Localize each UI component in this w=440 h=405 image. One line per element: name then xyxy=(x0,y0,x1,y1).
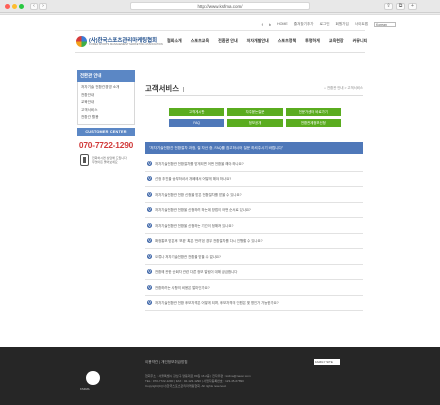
gnb-item-guide[interactable]: 전환관 안내 xyxy=(218,38,238,44)
faq-item[interactable]: Q 전환에 관한 순회자 관련 다른 정보 알림이 대해 궁금합니다 xyxy=(145,265,363,280)
question-icon: Q xyxy=(147,191,152,197)
faq-item[interactable]: Q 저자기술전환관 전환을 신청하는 기간이 정해져 있나요? xyxy=(145,218,363,234)
sidebar-item-customer-service[interactable]: 고객서비스 xyxy=(81,107,131,115)
question-icon: Q xyxy=(147,160,152,166)
new-tab-button[interactable]: + xyxy=(408,3,417,10)
footer-logo-icon xyxy=(86,371,100,385)
tab-disclosure[interactable]: 정보공개 xyxy=(227,119,283,127)
faq-list: Q 저자기술전환관 전환절차를 받게되면 어떤 전환을 해야 하나요? Q 선정 추… xyxy=(145,156,363,311)
question-icon: Q xyxy=(147,269,152,275)
faq-item[interactable]: Q 확정통보 받은후 '보완' 혹은 '반려'된 경우 전환절차를 다시 진행할 … xyxy=(145,234,363,249)
question-icon: Q xyxy=(147,300,152,306)
faq-item[interactable]: Q 선정 추진을 송부하셔서 개폐에서 어떻게 해야 하나요? xyxy=(145,172,363,187)
gnb-item-transparency[interactable]: 투명하게 xyxy=(305,38,320,44)
blog-icon[interactable]: b xyxy=(269,22,271,27)
question-icon: Q xyxy=(147,176,152,182)
question-icon: Q xyxy=(147,222,152,228)
logo-subtitle: KOREA SPORTS MANAGEMENT MARKETING ASSOCI… xyxy=(89,43,163,46)
phone-icon xyxy=(80,153,89,166)
customer-center-phone: 070-7722-1290 xyxy=(78,139,134,150)
forward-button[interactable]: › xyxy=(39,3,47,10)
back-button[interactable]: ‹ xyxy=(30,3,38,10)
language-select[interactable]: Korean xyxy=(374,21,396,27)
question-icon: Q xyxy=(147,207,152,213)
tab-info-request[interactable]: 전환관계정보신청 xyxy=(285,119,341,127)
gnb-item-about[interactable]: 협회소개 xyxy=(167,38,182,44)
faq-item[interactable]: Q 저자기술전환관 전환 후보자격은 어떻게 되며, 후보자격의 인원은 몇 명인… xyxy=(145,296,363,311)
browser-toolbar: ‹ › http://www.ksfma.com/ ⇪ ⧉ + xyxy=(0,0,440,13)
customer-center-info: 전화하시면 상담해 드립니다 무엇이든 물어보세요 xyxy=(77,153,135,166)
footer-logo-text: KSFMA xyxy=(80,387,90,391)
breadcrumb: ⌂ 전환관 안내 > 고객서비스 xyxy=(324,86,363,90)
tab-board[interactable]: 고객게시판 xyxy=(169,108,225,116)
tab-expert-center[interactable]: 전문가센터 바로가기 xyxy=(285,108,341,116)
gnb-item-policy[interactable]: 스포츠정책 xyxy=(278,38,296,44)
customer-center-heading: CUSTOMER CENTER xyxy=(77,127,135,136)
utility-bar: f b HOME 즐겨찾기추가 로그인 회원가입 사이트맵 Korean xyxy=(262,20,396,28)
web-page: f b HOME 즐겨찾기추가 로그인 회원가입 사이트맵 Korean (사)… xyxy=(0,14,440,405)
sidebar-item-usage[interactable]: 전환관 활용 xyxy=(81,114,131,122)
site-logo[interactable]: (사)한국스포츠관리마케팅협회 KOREA SPORTS MANAGEMENT … xyxy=(76,35,163,49)
nav-divider xyxy=(75,52,365,53)
sidebar-item-guide[interactable]: 전환안내 xyxy=(81,92,131,100)
sub-tabs: 고객게시판 자주묻는질문 전문가센터 바로가기 FAQ 정보공개 전환관계정보신… xyxy=(169,108,341,127)
sidebar-menu: 저자기술 전환관경영 소개 전환안내 교육안내 고객서비스 전환관 활용 xyxy=(77,82,135,125)
util-bookmark-link[interactable]: 즐겨찾기추가 xyxy=(294,22,314,27)
close-window-button[interactable] xyxy=(5,4,10,9)
faq-item[interactable]: Q 전환하려는 사항의 비용은 얼마인가요? xyxy=(145,280,363,296)
tab-faq-list[interactable]: 자주묻는질문 xyxy=(227,108,283,116)
zoom-window-button[interactable] xyxy=(19,4,24,9)
main-navigation: 협회소개 스포츠교육 전환관 안내 저자개발안내 스포츠정책 투명하게 교육현장… xyxy=(167,38,367,44)
minimize-window-button[interactable] xyxy=(12,4,17,9)
util-sitemap-link[interactable]: 사이트맵 xyxy=(355,22,368,27)
notice-bar: "저자기술전환관 전환절차 과정, 질 자산 중, FAQ를 참고하시어 질문 … xyxy=(145,142,363,154)
gnb-item-field[interactable]: 교육현장 xyxy=(329,38,344,44)
footer-links[interactable]: 이용약관 | 개인정보취급방침 xyxy=(145,360,188,365)
faq-item[interactable]: Q 저자기술전환관 전환절차를 받게되면 어떤 전환을 해야 하나요? xyxy=(145,156,363,172)
customer-center-text: 전화하시면 상담해 드립니다 무엇이든 물어보세요 xyxy=(92,155,127,164)
faq-item[interactable]: Q 저자기술전환관 전환 신청을 받은 전환절차를 받을 수 있나요? xyxy=(145,187,363,203)
question-icon: Q xyxy=(147,284,152,290)
sidebar: 전환관 안내 저자기술 전환관경영 소개 전환안내 교육안내 고객서비스 전환관… xyxy=(77,70,135,166)
util-home-link[interactable]: HOME xyxy=(277,22,288,26)
footer: 이용약관 | 개인정보취급방침 FAMILY SITE KSFMA 협회주소 :… xyxy=(0,347,440,405)
sidebar-item-intro[interactable]: 저자기술 전환관경영 소개 xyxy=(81,84,131,92)
util-login-link[interactable]: 로그인 xyxy=(320,22,330,27)
sidebar-item-education[interactable]: 교육안내 xyxy=(81,99,131,107)
footer-address: 협회주소 : 서울특별시 강남구 영동대로 89길 16 2층 | 전자우편 :… xyxy=(145,374,251,389)
faq-item[interactable]: Q 저자기술전환관 전환을 신청하려 하는데 방법이 어떤 순서로 있나요? xyxy=(145,203,363,218)
gnb-item-development[interactable]: 저자개발안내 xyxy=(247,38,269,44)
gnb-item-community[interactable]: 커뮤니티 xyxy=(353,38,368,44)
tabs-icon[interactable]: ⧉ xyxy=(396,3,405,10)
family-site-select[interactable]: FAMILY SITE xyxy=(314,359,340,365)
gnb-item-education[interactable]: 스포츠교육 xyxy=(191,38,209,44)
address-bar[interactable]: http://www.ksfma.com/ xyxy=(130,2,310,10)
facebook-icon[interactable]: f xyxy=(262,22,263,27)
question-icon: Q xyxy=(147,238,152,244)
top-divider xyxy=(0,14,440,15)
logo-mark-icon xyxy=(76,36,87,47)
tab-faq[interactable]: FAQ xyxy=(169,119,225,127)
util-join-link[interactable]: 회원가입 xyxy=(336,22,349,27)
header-divider xyxy=(75,30,365,31)
faq-item[interactable]: Q 오류나 저자기술전환관 전환을 받을 수 없나요? xyxy=(145,249,363,265)
share-icon[interactable]: ⇪ xyxy=(384,3,393,10)
question-icon: Q xyxy=(147,253,152,259)
title-divider xyxy=(145,95,363,96)
page-title: 고객서비스 xyxy=(145,83,184,94)
sidebar-title: 전환관 안내 xyxy=(77,70,135,82)
